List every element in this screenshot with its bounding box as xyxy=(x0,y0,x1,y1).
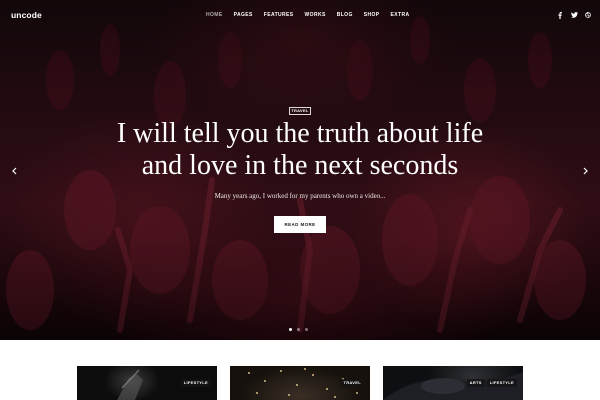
slider-pagination xyxy=(289,328,308,331)
chevron-left-icon[interactable] xyxy=(10,163,20,175)
post-card-tag[interactable]: LIFESTYLE xyxy=(486,379,517,387)
post-card-2[interactable]: TRAVEL xyxy=(230,366,370,400)
post-card-tags: LIFESTYLE xyxy=(180,379,211,387)
post-card-tag[interactable]: ARTS xyxy=(466,379,485,387)
hero-slider: uncode HOME PAGES FEATURES WORKS BLOG SH… xyxy=(0,0,600,340)
hero-headline-line-1: I will tell you the truth about life xyxy=(116,118,484,149)
hero-headline: I will tell you the truth about life and… xyxy=(60,118,540,182)
nav-item-works[interactable]: WORKS xyxy=(305,12,326,18)
slider-dot-1[interactable] xyxy=(289,328,292,331)
nav-item-pages[interactable]: PAGES xyxy=(234,12,253,18)
post-card-tag[interactable]: LIFESTYLE xyxy=(180,379,211,387)
nav-item-extra[interactable]: EXTRA xyxy=(391,12,410,18)
twitter-icon[interactable] xyxy=(567,10,581,20)
nav-item-shop[interactable]: SHOP xyxy=(364,12,380,18)
nav-item-features[interactable]: FEATURES xyxy=(264,12,294,18)
social-links xyxy=(553,10,595,20)
read-more-button[interactable]: READ MORE xyxy=(274,216,326,233)
nav-item-blog[interactable]: BLOG xyxy=(337,12,353,18)
nav-item-home[interactable]: HOME xyxy=(206,12,223,18)
chevron-right-icon[interactable] xyxy=(580,163,590,175)
post-card-3[interactable]: ARTS LIFESTYLE xyxy=(383,366,523,400)
post-card-1[interactable]: LIFESTYLE xyxy=(77,366,217,400)
slider-dot-3[interactable] xyxy=(305,328,308,331)
main-menu: HOME PAGES FEATURES WORKS BLOG SHOP EXTR… xyxy=(206,12,420,18)
hero-excerpt: Many years ago, I worked for my parents … xyxy=(214,192,386,200)
post-card-tag[interactable]: TRAVEL xyxy=(340,379,364,387)
dribbble-icon[interactable] xyxy=(581,10,595,20)
facebook-icon[interactable] xyxy=(553,10,567,20)
category-badge[interactable]: TRAVEL xyxy=(289,107,311,115)
hero-headline-line-2: and love in the next seconds xyxy=(141,150,459,181)
top-navigation-bar: uncode HOME PAGES FEATURES WORKS BLOG SH… xyxy=(0,0,600,32)
post-card-tags: TRAVEL xyxy=(340,379,364,387)
post-card-tags: ARTS LIFESTYLE xyxy=(466,379,517,387)
site-logo[interactable]: uncode xyxy=(11,10,42,20)
slider-dot-2[interactable] xyxy=(297,328,300,331)
